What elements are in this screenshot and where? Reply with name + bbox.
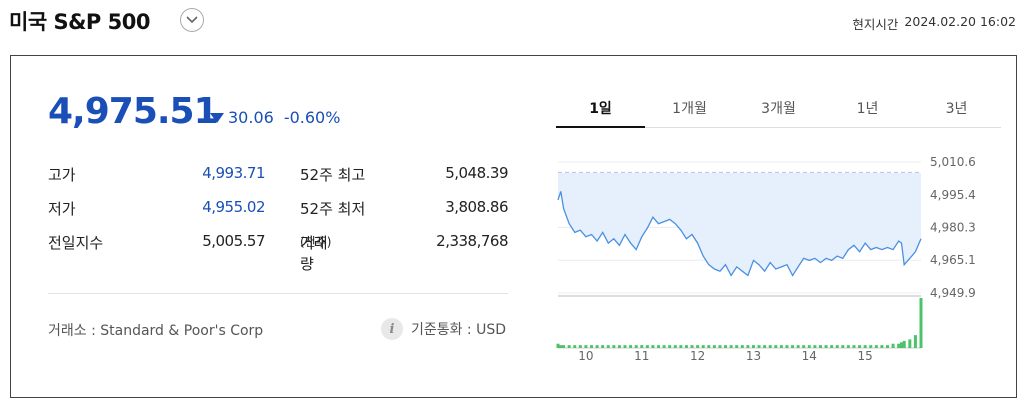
volume-bar [830,345,834,348]
volume-bar [740,345,744,348]
x-tick-label: 12 [690,349,705,363]
volume-bar [779,345,783,348]
volume-bar [813,345,817,348]
volume-bar [852,345,856,348]
volume-bar [690,345,694,348]
volume-bar [880,345,884,348]
volume-bar [802,345,806,348]
volume-bar [729,345,733,348]
volume-bar [919,298,923,348]
volume-bar [590,345,594,348]
volume-bar [774,345,778,348]
volume-bar [657,345,661,348]
volume-bar [908,339,912,348]
time-label: 현지시간 [852,17,899,32]
y-tick-label: 4,995.4 [930,188,976,202]
volume-bar [863,345,867,348]
volume-bar [567,345,571,348]
volume-bar [897,343,901,348]
volume-bar [562,345,566,348]
volume-bar [841,345,845,348]
volume-bar [718,345,722,348]
volume-bar [899,342,903,348]
volume-bar [712,345,716,348]
volume-bar [751,345,755,348]
volume-bar [601,345,605,348]
volume-bar [768,345,772,348]
volume-bar [885,345,889,348]
volume-bar [818,345,822,348]
timestamp: 현지시간 2024.02.20 16:02 [852,14,1016,33]
volume-bar [746,345,750,348]
page-title: 미국 S&P 500 [9,10,150,34]
volume-bar [645,345,649,348]
volume-bar [763,345,767,348]
volume-bar [684,345,688,348]
volume-bar [846,345,850,348]
volume-bar [662,345,666,348]
volume-bar [869,345,873,348]
volume-bar [824,345,828,348]
x-tick-label: 11 [634,349,649,363]
volume-bar [874,345,878,348]
volume-bar [673,345,677,348]
volume-bar [573,345,577,348]
chevron-down-icon [186,16,198,24]
x-tick-label: 13 [746,349,761,363]
volume-bar [556,343,560,348]
volume-bar [668,345,672,348]
volume-bar [785,345,789,348]
intraday-chart: 5,010.6 4,995.4 4,980.3 4,965.1 4,949.9 10 11 1… [556,155,976,363]
y-tick-label: 4,949.9 [930,286,976,300]
volume-bar [612,345,616,348]
volume-bar [891,343,895,348]
y-tick-label: 4,980.3 [930,220,976,234]
volume-bar [791,345,795,348]
volume-bar [701,345,705,348]
volume-bar [640,345,644,348]
volume-bar [584,345,588,348]
volume-bar [651,345,655,348]
y-tick-label: 4,965.1 [930,253,976,267]
volume-bar [757,345,761,348]
volume-bar [835,345,839,348]
volume-bar [617,345,621,348]
volume-bar [696,345,700,348]
volume-bar [796,345,800,348]
volume-bar [858,345,862,348]
y-tick-label: 5,010.6 [930,155,976,169]
volume-bar [606,345,610,348]
volume-bar [913,335,917,348]
volume-bar [629,345,633,348]
volume-bar [559,345,563,348]
x-tick-label: 10 [578,349,593,363]
x-tick-label: 15 [858,349,873,363]
x-tick-label: 14 [802,349,817,363]
volume-bar [902,340,906,348]
quote-panel: 4,975.51 30.06 -0.60% 고가 4,993.71 52주 최고… [10,55,1017,398]
volume-bar [679,345,683,348]
volume-bar [707,345,711,348]
volume-bar [735,345,739,348]
expand-button[interactable] [180,8,204,32]
volume-bar [578,345,582,348]
volume-bar [724,345,728,348]
volume-bar [807,345,811,348]
volume-bar [623,345,627,348]
volume-bar [634,345,638,348]
volume-bar [595,345,599,348]
datetime: 2024.02.20 16:02 [904,14,1016,29]
